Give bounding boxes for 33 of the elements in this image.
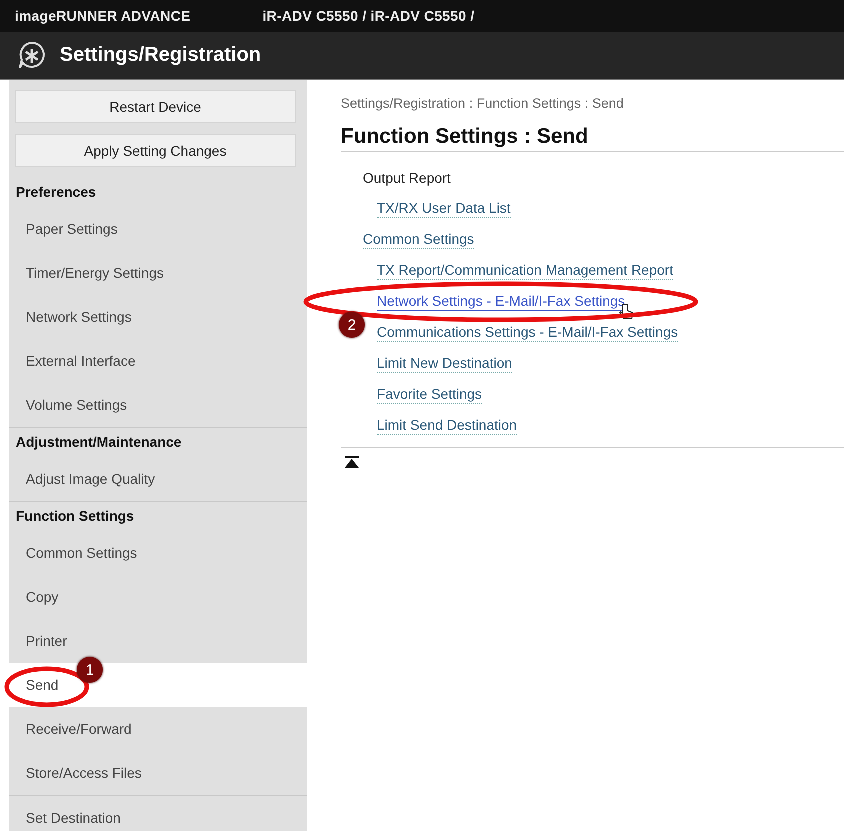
step-number: 2 bbox=[339, 312, 365, 338]
sidebar-item[interactable]: Network Settings bbox=[9, 295, 307, 339]
apply-button[interactable]: Apply Setting Changes bbox=[15, 134, 296, 167]
settings-link[interactable]: Limit New Destination bbox=[377, 354, 512, 373]
settings-link[interactable]: TX/RX User Data List bbox=[377, 199, 511, 218]
sidebar-item[interactable]: Store/Access Files bbox=[9, 751, 307, 795]
sidebar-item[interactable]: Receive/Forward bbox=[9, 707, 307, 751]
settings-link[interactable]: TX Report/Communication Management Report bbox=[377, 261, 674, 280]
page-title: Settings/Registration bbox=[60, 44, 262, 67]
sidebar-item[interactable]: Adjust Image Quality bbox=[9, 457, 307, 501]
back-to-top-icon[interactable] bbox=[345, 456, 359, 468]
section-heading: Function Settings bbox=[15, 507, 136, 526]
sidebar-item[interactable]: Copy bbox=[9, 575, 307, 619]
device-name: iR-ADV C5550 / iR-ADV C5550 / bbox=[262, 8, 475, 24]
settings-link[interactable]: Communications Settings - E-Mail/I-Fax Settings bbox=[377, 323, 678, 342]
product-name: imageRUNNER ADVANCE bbox=[15, 8, 191, 24]
group-label: Output Report bbox=[363, 170, 451, 186]
settings-link[interactable]: Common Settings bbox=[363, 230, 474, 249]
page-heading: Function Settings : Send bbox=[341, 125, 590, 150]
restart-button[interactable]: Restart Device bbox=[15, 90, 296, 123]
sidebar-item[interactable]: Set Destination bbox=[9, 796, 307, 831]
sidebar-item[interactable]: Paper Settings bbox=[9, 207, 307, 251]
sidebar-item[interactable]: Volume Settings bbox=[9, 383, 307, 427]
section-heading: Preferences bbox=[15, 183, 98, 202]
sidebar-item[interactable]: Timer/Energy Settings bbox=[9, 251, 307, 295]
settings-logo-icon bbox=[16, 40, 48, 72]
settings-link[interactable]: Network Settings - E-Mail/I-Fax Settings bbox=[377, 292, 626, 311]
section-heading: Adjustment/Maintenance bbox=[15, 433, 183, 452]
settings-link[interactable]: Favorite Settings bbox=[377, 385, 482, 404]
sidebar-item[interactable]: External Interface bbox=[9, 339, 307, 383]
breadcrumb: Settings/Registration : Function Settings : Send bbox=[341, 96, 625, 111]
settings-link[interactable]: Limit Send Destination bbox=[377, 416, 518, 435]
sidebar-item[interactable]: Common Settings bbox=[9, 531, 307, 575]
